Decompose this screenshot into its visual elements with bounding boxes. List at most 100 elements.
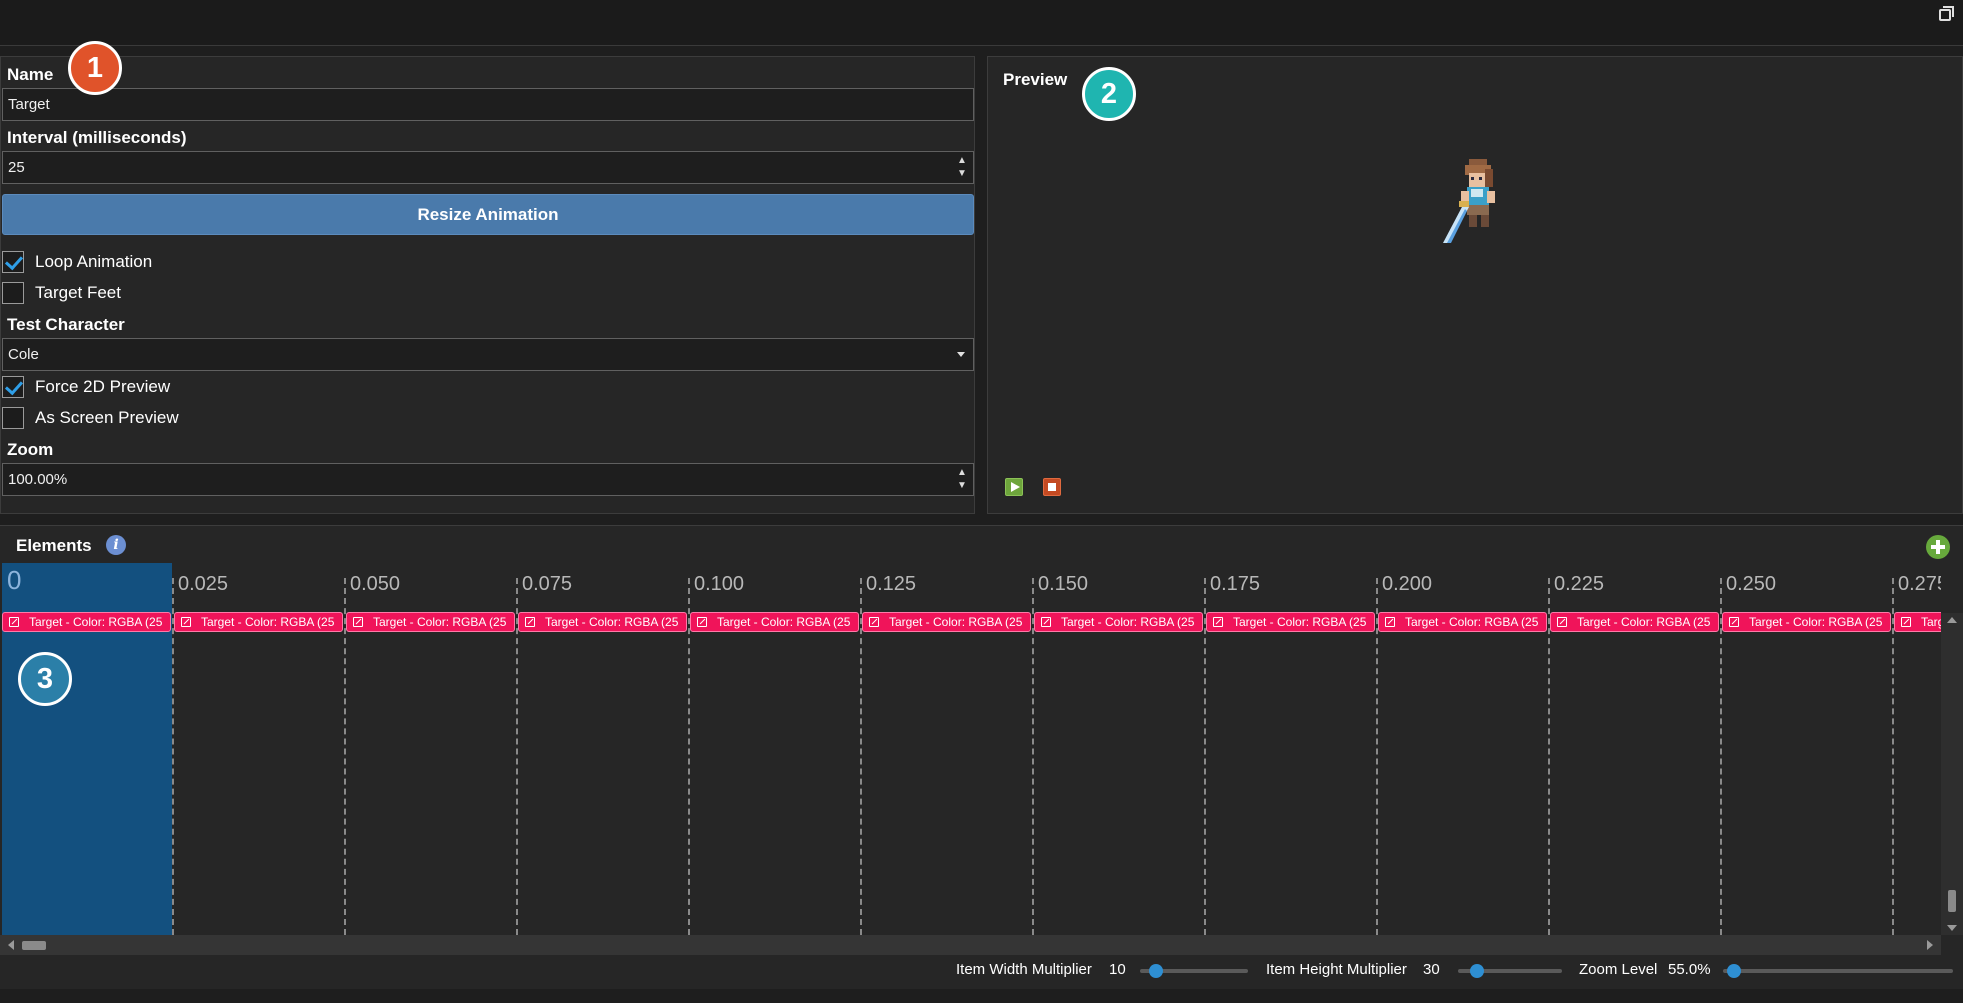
- name-input[interactable]: Target: [2, 88, 974, 121]
- color-keyframe-icon: [1041, 617, 1051, 627]
- scroll-left-icon[interactable]: [8, 940, 14, 950]
- time-tick-label: 0.100: [694, 573, 745, 595]
- horizontal-scrollbar[interactable]: [0, 935, 1941, 956]
- keyframe-label: Target - Color: RGBA (25: [545, 615, 679, 629]
- as-screen-preview-label: As Screen Preview: [35, 408, 179, 427]
- item-width-label: Item Width Multiplier: [956, 961, 1092, 978]
- force-2d-preview-checkbox[interactable]: [2, 376, 24, 398]
- resize-animation-button[interactable]: Resize Animation: [2, 194, 974, 235]
- color-keyframe-icon: [1557, 617, 1567, 627]
- keyframe-label: Target - Color: RGBA (25: [373, 615, 507, 629]
- keyframe-item[interactable]: Target - Color: RGBA (25: [1550, 612, 1719, 632]
- keyframe-item[interactable]: Target - Color: RGBA (25: [2, 612, 171, 632]
- scroll-right-icon[interactable]: [1927, 940, 1933, 950]
- animation-settings-panel: Name Target Interval (milliseconds) 25 ▲…: [0, 56, 975, 514]
- scroll-up-icon[interactable]: [1947, 617, 1957, 623]
- zoom-level-slider-thumb[interactable]: [1727, 964, 1741, 978]
- time-tick-label: 0.225: [1554, 573, 1605, 595]
- keyframe-item[interactable]: Target - Color: RGBA (25: [518, 612, 687, 632]
- keyframe-item[interactable]: Target - Color: RGBA (25: [1206, 612, 1375, 632]
- zoom-spinner[interactable]: ▲ ▼: [957, 466, 967, 493]
- item-width-value: 10: [1109, 961, 1126, 978]
- scroll-down-icon[interactable]: [1947, 925, 1957, 931]
- zoom-input[interactable]: 100.00% ▲ ▼: [2, 463, 974, 496]
- play-icon[interactable]: [1005, 478, 1023, 496]
- color-keyframe-icon: [869, 617, 879, 627]
- interval-input[interactable]: 25 ▲ ▼: [2, 151, 974, 184]
- title-bar: [0, 0, 1963, 46]
- spin-up-icon[interactable]: ▲: [957, 466, 967, 479]
- vertical-scrollbar[interactable]: [1941, 613, 1963, 935]
- test-character-value: Cole: [8, 346, 39, 363]
- time-grid-line: [1892, 578, 1894, 935]
- force-2d-preview-label: Force 2D Preview: [35, 377, 171, 396]
- target-feet-checkbox[interactable]: [2, 282, 24, 304]
- spin-down-icon[interactable]: ▼: [957, 479, 967, 492]
- character-sprite: [1443, 159, 1495, 243]
- time-tick-label: 0.025: [178, 573, 229, 595]
- as-screen-preview-checkbox[interactable]: [2, 407, 24, 429]
- loop-animation-label: Loop Animation: [35, 252, 153, 271]
- item-height-label: Item Height Multiplier: [1266, 961, 1407, 978]
- item-width-slider[interactable]: [1140, 964, 1248, 978]
- keyframe-item[interactable]: Target - Color: RGBA (25: [174, 612, 343, 632]
- test-character-dropdown[interactable]: Cole: [2, 338, 974, 371]
- zoom-label: Zoom: [7, 440, 54, 459]
- target-feet-label: Target Feet: [35, 283, 121, 302]
- preview-panel: Preview: [987, 56, 1963, 514]
- keyframe-label: Target - Color: RGBA (25: [201, 615, 335, 629]
- color-keyframe-icon: [697, 617, 707, 627]
- timeline[interactable]: 0 0.025 0.050 0.075 0.100 0.125 0.150 0.175 0.20…: [0, 563, 1941, 935]
- keyframe-item[interactable]: Target - Color: RGBA (25: [346, 612, 515, 632]
- restore-window-icon[interactable]: [1939, 6, 1954, 21]
- elements-title: Elements: [16, 536, 92, 555]
- keyframe-label: Target - Color: RGBA (25: [1405, 615, 1539, 629]
- keyframe-label: Target - Color: RGBA (25: [1233, 615, 1367, 629]
- time-grid-line: [1032, 578, 1034, 935]
- zoom-level-value: 55.0%: [1668, 961, 1711, 978]
- item-width-slider-thumb[interactable]: [1149, 964, 1163, 978]
- time-tick-label: 0.250: [1726, 573, 1777, 595]
- chevron-down-icon[interactable]: [957, 352, 965, 357]
- horizontal-scroll-thumb[interactable]: [22, 941, 46, 950]
- interval-label: Interval (milliseconds): [7, 128, 187, 147]
- color-keyframe-icon: [1901, 617, 1911, 627]
- keyframe-item[interactable]: Target - Color: RGBA (25: [690, 612, 859, 632]
- stop-icon[interactable]: [1043, 478, 1061, 496]
- item-height-slider[interactable]: [1458, 964, 1562, 978]
- annotation-badge-1: 1: [68, 41, 122, 95]
- keyframe-item[interactable]: Target - Color: RGBA (25: [862, 612, 1031, 632]
- add-icon[interactable]: [1926, 535, 1950, 559]
- time-grid-line: [1376, 578, 1378, 935]
- zoom-level-label: Zoom Level: [1579, 961, 1658, 978]
- item-height-value: 30: [1423, 961, 1440, 978]
- spin-down-icon[interactable]: ▼: [957, 167, 967, 180]
- keyframe-label: Target - Color: RGBA (25: [717, 615, 851, 629]
- loop-animation-checkbox[interactable]: [2, 251, 24, 273]
- preview-title: Preview: [1003, 70, 1068, 89]
- color-keyframe-icon: [9, 617, 19, 627]
- vertical-scroll-thumb[interactable]: [1948, 890, 1956, 912]
- time-tick-label: 0.050: [350, 573, 401, 595]
- spin-up-icon[interactable]: ▲: [957, 154, 967, 167]
- name-label: Name: [7, 65, 54, 84]
- item-height-slider-thumb[interactable]: [1470, 964, 1484, 978]
- color-keyframe-icon: [525, 617, 535, 627]
- color-keyframe-icon: [1385, 617, 1395, 627]
- annotation-badge-3: 3: [18, 652, 72, 706]
- keyframe-label: Target - Color: RGBA (25: [889, 615, 1023, 629]
- zoom-level-slider[interactable]: [1723, 964, 1953, 978]
- elements-panel: Elements i 0 0.025 0.050 0.075 0.100 0.125 0.1…: [0, 525, 1963, 988]
- keyframe-label: Target - Color: RGBA (25: [1749, 615, 1883, 629]
- time-tick-label: 0: [7, 565, 22, 595]
- keyframe-item[interactable]: Target - Color: RGBA (25: [1722, 612, 1891, 632]
- keyframe-item[interactable]: Target - Color: RGBA (25: [1894, 612, 1941, 632]
- info-icon[interactable]: i: [106, 535, 126, 555]
- keyframe-item[interactable]: Target - Color: RGBA (25: [1034, 612, 1203, 632]
- time-grid-line: [688, 578, 690, 935]
- zoom-value: 100.00%: [8, 471, 68, 488]
- interval-spinner[interactable]: ▲ ▼: [957, 154, 967, 181]
- time-tick-label: 0.125: [866, 573, 917, 595]
- keyframe-item[interactable]: Target - Color: RGBA (25: [1378, 612, 1547, 632]
- time-grid-line: [516, 578, 518, 935]
